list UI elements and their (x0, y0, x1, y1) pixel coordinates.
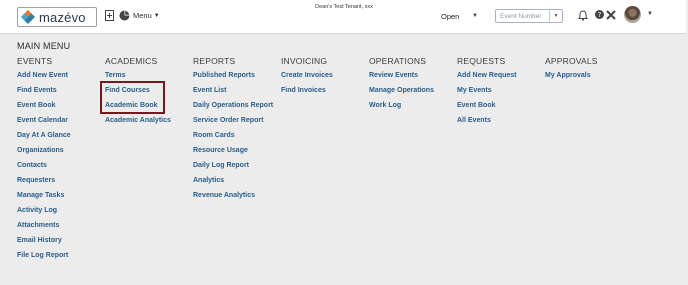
menu-link-event-list[interactable]: Event List (193, 87, 273, 102)
menu-link-email-history[interactable]: Email History (17, 237, 71, 252)
help-icon[interactable]: ? (595, 10, 604, 19)
status-select[interactable]: Open ▼ (441, 12, 478, 21)
menu-link-revenue-analytics[interactable]: Revenue Analytics (193, 192, 273, 207)
column-heading: REQUESTS (457, 56, 506, 66)
events-column: EVENTS Add New Event Find Events Event B… (17, 57, 71, 267)
reports-column: REPORTS Published Reports Event List Dai… (193, 57, 273, 207)
column-heading: INVOICING (281, 56, 328, 66)
logo-mark-icon (21, 10, 35, 24)
menu-link-resource-usage[interactable]: Resource Usage (193, 147, 273, 162)
menu-link-day-at-a-glance[interactable]: Day At A Glance (17, 132, 71, 147)
menu-link-manage-tasks[interactable]: Manage Tasks (17, 192, 71, 207)
menu-link-event-calendar[interactable]: Event Calendar (17, 117, 71, 132)
menu-link-work-log[interactable]: Work Log (369, 102, 434, 117)
menu-link-published-reports[interactable]: Published Reports (193, 72, 273, 87)
user-avatar[interactable] (624, 6, 641, 23)
menu-label: Menu (133, 11, 152, 20)
column-heading: APPROVALS (545, 56, 598, 66)
mazevo-logo[interactable]: mazévo (17, 7, 97, 27)
menu-link-my-approvals[interactable]: My Approvals (545, 72, 598, 87)
menu-link-find-invoices[interactable]: Find Invoices (281, 87, 333, 102)
highlight-box (100, 81, 165, 114)
menu-link-find-events[interactable]: Find Events (17, 87, 71, 102)
invoicing-column: INVOICING Create Invoices Find Invoices (281, 57, 333, 102)
menu-link-academic-analytics[interactable]: Academic Analytics (105, 117, 171, 132)
chevron-down-icon[interactable]: ▼ (647, 11, 653, 17)
menu-link-analytics[interactable]: Analytics (193, 177, 273, 192)
bell-icon[interactable] (578, 9, 588, 21)
menu-link-service-order-report[interactable]: Service Order Report (193, 117, 273, 132)
menu-link-add-new-event[interactable]: Add New Event (17, 72, 71, 87)
tools-icon[interactable] (606, 10, 616, 20)
operations-column: OPERATIONS Review Events Manage Operatio… (369, 57, 434, 117)
menu-link-add-new-request[interactable]: Add New Request (457, 72, 517, 87)
menu-dropdown[interactable]: Menu ▼ (133, 11, 160, 20)
menu-link-event-book[interactable]: Event Book (17, 102, 71, 117)
menu-link-create-invoices[interactable]: Create Invoices (281, 72, 333, 87)
menu-link-room-cards[interactable]: Room Cards (193, 132, 273, 147)
menu-link-all-events[interactable]: All Events (457, 117, 517, 132)
status-select-value: Open (441, 12, 460, 21)
menu-link-requesters[interactable]: Requesters (17, 177, 71, 192)
column-heading: OPERATIONS (369, 56, 427, 66)
menu-link-activity-log[interactable]: Activity Log (17, 207, 71, 222)
svg-text:?: ? (598, 11, 602, 19)
logo-text: mazévo (39, 9, 86, 25)
top-navigation-bar: mazévo Menu ▼ Dean's Test Tenant, xxx Op… (0, 0, 686, 34)
column-heading: ACADEMICS (105, 56, 158, 66)
event-number-placeholder: Event Number (500, 12, 542, 20)
approvals-column: APPROVALS My Approvals (545, 57, 598, 87)
menu-link-manage-operations[interactable]: Manage Operations (369, 87, 434, 102)
menu-link-daily-log-report[interactable]: Daily Log Report (193, 162, 273, 177)
menu-link-contacts[interactable]: Contacts (17, 162, 71, 177)
column-heading: EVENTS (17, 56, 53, 66)
column-heading: REPORTS (193, 56, 236, 66)
menu-link-my-events[interactable]: My Events (457, 87, 517, 102)
new-document-icon[interactable] (104, 10, 114, 21)
pie-chart-icon[interactable] (118, 9, 130, 21)
menu-link-event-book[interactable]: Event Book (457, 102, 517, 117)
menu-link-file-log-report[interactable]: File Log Report (17, 252, 71, 267)
menu-link-attachments[interactable]: Attachments (17, 222, 71, 237)
menu-link-daily-operations-report[interactable]: Daily Operations Report (193, 102, 273, 117)
chevron-down-icon: ▼ (472, 13, 478, 19)
chevron-down-icon: ▼ (153, 12, 160, 19)
menu-link-organizations[interactable]: Organizations (17, 147, 71, 162)
requests-column: REQUESTS Add New Request My Events Event… (457, 57, 517, 132)
event-number-input[interactable]: Event Number ▼ (495, 9, 563, 23)
page-title: MAIN MENU (17, 41, 71, 51)
dropdown-arrow-icon[interactable]: ▼ (549, 10, 562, 22)
menu-link-review-events[interactable]: Review Events (369, 72, 434, 87)
